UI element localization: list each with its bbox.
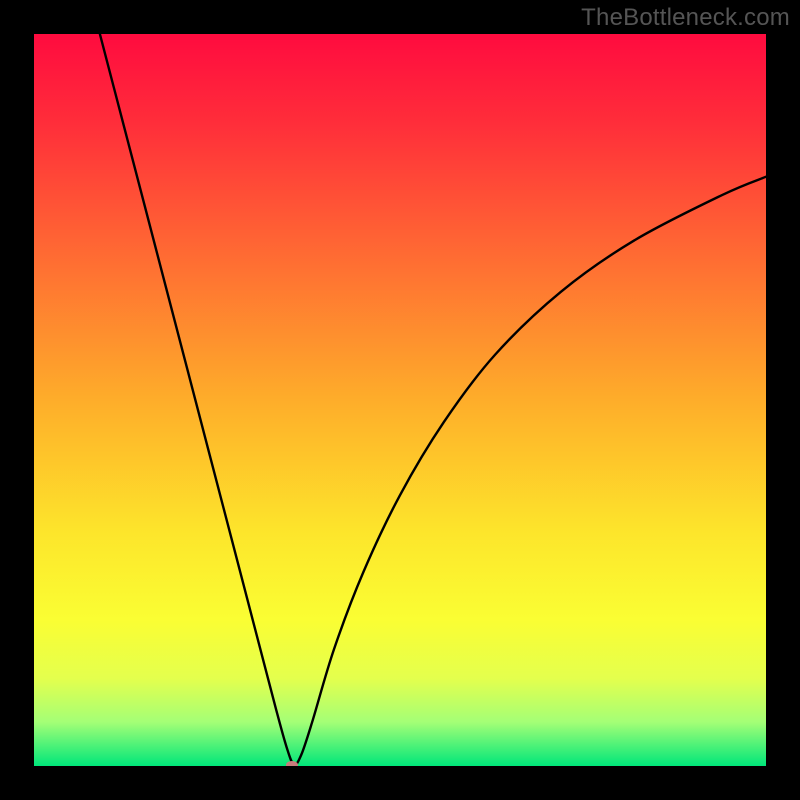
watermark-text: TheBottleneck.com (581, 4, 790, 32)
minimum-marker (286, 761, 298, 766)
chart-container: TheBottleneck.com (0, 0, 800, 800)
curve-layer (34, 34, 766, 766)
plot-area (34, 34, 766, 766)
bottleneck-curve (100, 34, 766, 765)
